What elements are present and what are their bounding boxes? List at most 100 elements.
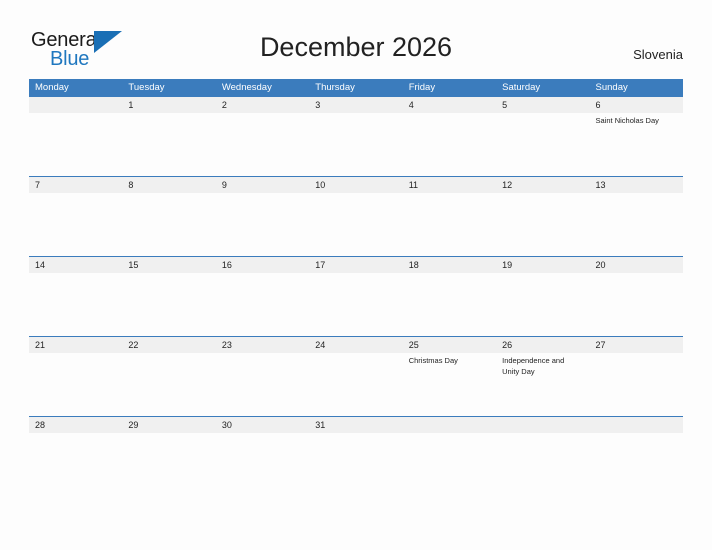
calendar-day-cell[interactable]: 2 bbox=[215, 97, 310, 176]
day-events bbox=[309, 433, 402, 496]
day-events bbox=[496, 273, 589, 336]
day-number: 21 bbox=[29, 337, 123, 353]
day-number: 20 bbox=[589, 257, 683, 273]
day-events bbox=[309, 273, 402, 336]
day-events bbox=[309, 113, 402, 176]
calendar-day-cell[interactable]: 18 bbox=[402, 257, 497, 336]
calendar-day-cell[interactable]: 13 bbox=[589, 177, 683, 256]
day-number: 31 bbox=[309, 417, 403, 433]
calendar-day-cell[interactable]: 7 bbox=[29, 177, 123, 256]
calendar-day-cell[interactable]: 4 bbox=[402, 97, 497, 176]
day-number: 6 bbox=[589, 97, 683, 113]
calendar-day-cell[interactable]: 20 bbox=[589, 257, 683, 336]
calendar-day-cell[interactable]: 26 Independence and Unity Day bbox=[496, 337, 590, 416]
day-number: 13 bbox=[589, 177, 683, 193]
day-events bbox=[403, 193, 496, 256]
day-events bbox=[216, 353, 309, 416]
calendar-day-cell[interactable] bbox=[496, 417, 590, 496]
calendar-day-cell[interactable] bbox=[589, 417, 683, 496]
day-events bbox=[122, 433, 215, 496]
day-number: 23 bbox=[215, 337, 310, 353]
calendar-day-cell[interactable]: 10 bbox=[309, 177, 403, 256]
page-header: General Blue December 2026 Slovenia bbox=[0, 0, 712, 76]
day-events: Saint Nicholas Day bbox=[590, 113, 683, 176]
calendar-day-cell[interactable]: 12 bbox=[496, 177, 590, 256]
day-number: 5 bbox=[496, 97, 590, 113]
day-events bbox=[29, 113, 122, 176]
day-number: 1 bbox=[122, 97, 216, 113]
day-events bbox=[496, 433, 589, 496]
calendar-day-cell[interactable]: 19 bbox=[496, 257, 590, 336]
calendar-day-cell[interactable]: 25 Christmas Day bbox=[402, 337, 497, 416]
calendar-day-cell[interactable]: 30 bbox=[215, 417, 310, 496]
calendar-week-row: 28 29 30 31 bbox=[29, 416, 683, 496]
day-number: 27 bbox=[589, 337, 683, 353]
calendar-day-cell[interactable]: 15 bbox=[122, 257, 216, 336]
day-events bbox=[403, 113, 496, 176]
day-number bbox=[589, 417, 683, 433]
day-number: 9 bbox=[215, 177, 310, 193]
day-events bbox=[309, 353, 402, 416]
event-label: Christmas Day bbox=[408, 356, 458, 365]
calendar-day-cell[interactable]: 5 bbox=[496, 97, 590, 176]
day-number bbox=[496, 417, 590, 433]
calendar-day-cell[interactable]: 8 bbox=[122, 177, 216, 256]
day-events bbox=[29, 273, 122, 336]
calendar-day-cell[interactable]: 3 bbox=[309, 97, 403, 176]
day-events bbox=[216, 193, 309, 256]
calendar-week-row: 14 15 16 17 18 19 20 bbox=[29, 256, 683, 336]
day-number bbox=[402, 417, 497, 433]
day-number: 17 bbox=[309, 257, 403, 273]
day-events bbox=[496, 113, 589, 176]
day-events bbox=[122, 353, 215, 416]
day-events bbox=[403, 273, 496, 336]
calendar-day-cell[interactable] bbox=[402, 417, 497, 496]
weekday-header-monday: Monday bbox=[35, 82, 69, 93]
weekday-header-thursday: Thursday bbox=[315, 82, 355, 93]
calendar-day-cell[interactable]: 28 bbox=[29, 417, 123, 496]
page-title: December 2026 bbox=[259, 32, 453, 62]
day-events bbox=[403, 433, 496, 496]
day-number: 10 bbox=[309, 177, 403, 193]
day-events bbox=[122, 113, 215, 176]
calendar-day-cell[interactable]: 23 bbox=[215, 337, 310, 416]
day-events bbox=[29, 193, 122, 256]
calendar-day-cell[interactable]: 17 bbox=[309, 257, 403, 336]
day-number bbox=[29, 97, 123, 113]
day-events bbox=[309, 193, 402, 256]
weekday-header-tuesday: Tuesday bbox=[128, 82, 165, 93]
calendar-day-cell[interactable]: 21 bbox=[29, 337, 123, 416]
calendar-day-cell[interactable]: 9 bbox=[215, 177, 310, 256]
calendar-day-cell[interactable]: 24 bbox=[309, 337, 403, 416]
day-number: 14 bbox=[29, 257, 123, 273]
day-number: 19 bbox=[496, 257, 590, 273]
day-number: 22 bbox=[122, 337, 216, 353]
day-events: Christmas Day bbox=[403, 353, 496, 416]
event-label: Independence and Unity Day bbox=[502, 356, 565, 376]
calendar-page: General Blue December 2026 Slovenia Mond… bbox=[0, 0, 712, 550]
calendar-day-cell[interactable]: 11 bbox=[402, 177, 497, 256]
day-events bbox=[122, 193, 215, 256]
day-number: 7 bbox=[29, 177, 123, 193]
day-number: 18 bbox=[402, 257, 497, 273]
day-events bbox=[590, 353, 683, 416]
calendar-day-cell[interactable]: 14 bbox=[29, 257, 123, 336]
calendar-day-cell[interactable]: 1 bbox=[122, 97, 216, 176]
calendar-day-cell[interactable]: 22 bbox=[122, 337, 216, 416]
calendar-day-cell[interactable]: 29 bbox=[122, 417, 216, 496]
calendar-day-cell[interactable] bbox=[29, 97, 123, 176]
calendar-day-cell[interactable]: 27 bbox=[589, 337, 683, 416]
calendar-day-cell[interactable]: 16 bbox=[215, 257, 310, 336]
day-events bbox=[590, 193, 683, 256]
weekday-header-saturday: Saturday bbox=[502, 82, 541, 93]
country-label: Slovenia bbox=[633, 47, 683, 62]
day-number: 11 bbox=[402, 177, 497, 193]
day-events bbox=[29, 353, 122, 416]
weekday-header-row: Monday Tuesday Wednesday Thursday Friday… bbox=[29, 79, 683, 96]
calendar-day-cell[interactable]: 6 Saint Nicholas Day bbox=[589, 97, 683, 176]
calendar-week-row: 7 8 9 10 11 12 13 bbox=[29, 176, 683, 256]
calendar-day-cell[interactable]: 31 bbox=[309, 417, 403, 496]
day-events: Independence and Unity Day bbox=[496, 353, 589, 416]
day-number: 16 bbox=[215, 257, 310, 273]
weekday-header-wednesday: Wednesday bbox=[221, 82, 272, 93]
